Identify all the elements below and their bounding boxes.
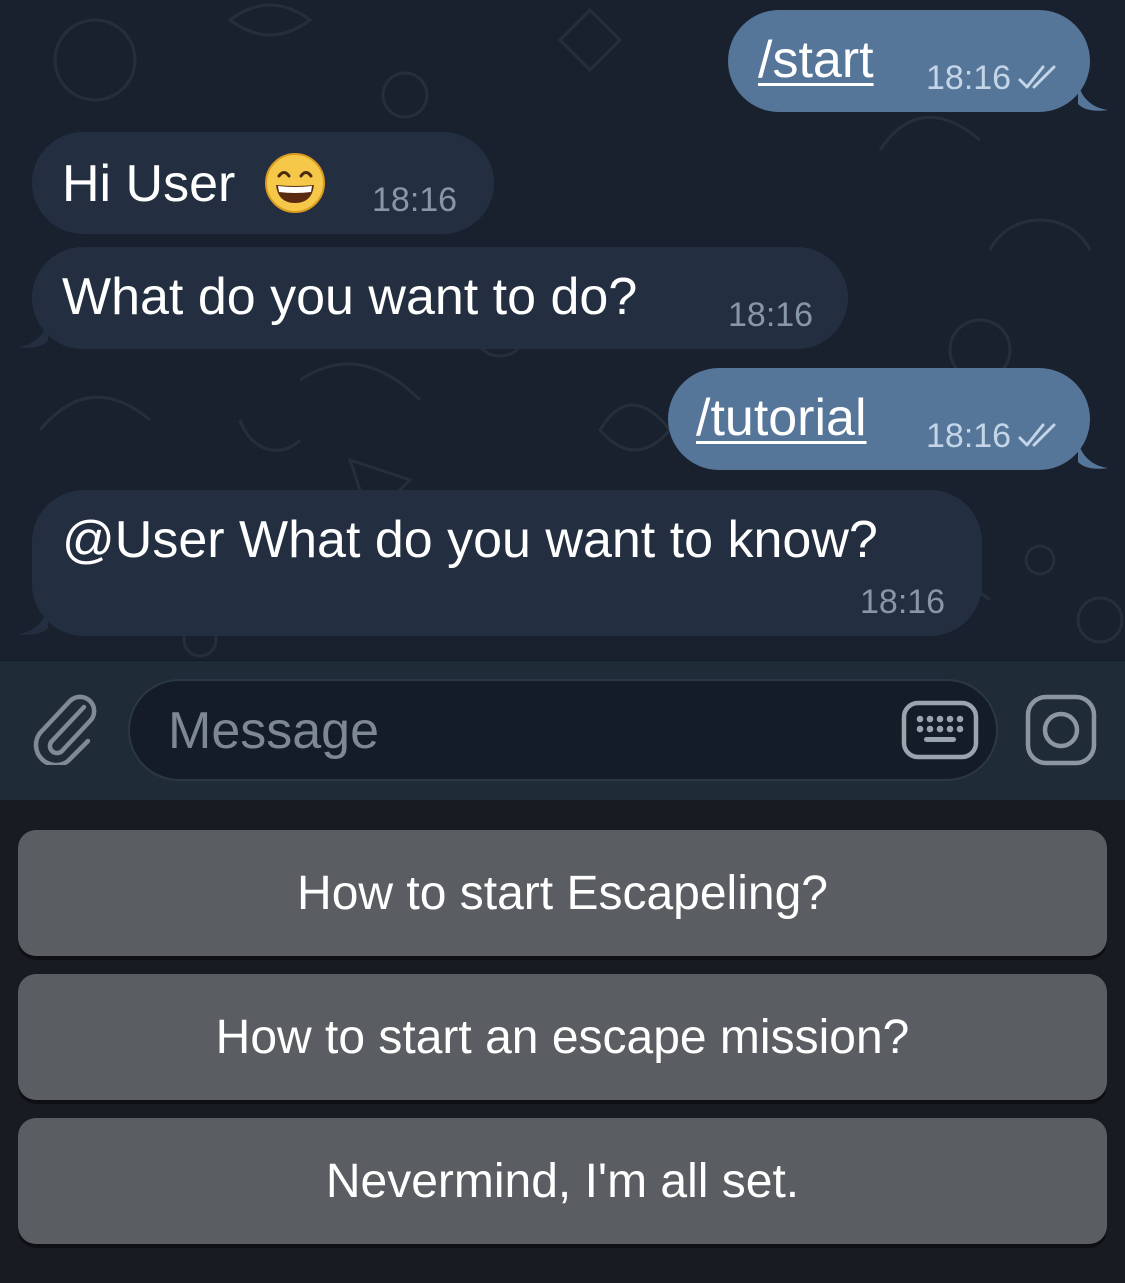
message-text: What do you want to do? — [62, 268, 638, 326]
read-checkmarks-icon — [1018, 65, 1056, 89]
bubble-tail — [1078, 84, 1108, 111]
message-time: 18:16 — [926, 59, 1012, 97]
reply-button-start-escape-mission[interactable]: How to start an escape mission? — [18, 974, 1107, 1100]
message-time: 18:16 — [926, 417, 1012, 455]
reply-keyboard: How to start Escapeling? How to start an… — [0, 800, 1125, 1283]
message-time: 18:16 — [372, 181, 458, 219]
bubble-tail — [18, 608, 48, 635]
bubble-tail — [18, 321, 48, 348]
grinning-face-emoji-icon — [265, 153, 325, 213]
message-composer: Message — [0, 660, 1125, 800]
outgoing-message[interactable]: /tutorial 18:16 — [668, 368, 1090, 470]
incoming-message[interactable]: @User What do you want to know? 18:16 — [32, 490, 982, 636]
camera-icon[interactable] — [1024, 693, 1098, 767]
message-time: 18:16 — [860, 583, 946, 621]
outgoing-message[interactable]: /start 18:16 — [728, 10, 1090, 112]
message-text: @User What do you want to know? — [62, 511, 878, 569]
command-link[interactable]: /tutorial — [696, 388, 867, 448]
reply-button-start-escapeling[interactable]: How to start Escapeling? — [18, 830, 1107, 956]
paperclip-icon[interactable] — [28, 693, 100, 765]
keyboard-icon[interactable] — [900, 697, 980, 763]
message-text: Hi User — [62, 155, 236, 213]
incoming-message[interactable]: Hi User 18:16 — [32, 132, 494, 234]
incoming-message[interactable]: What do you want to do? 18:16 — [32, 247, 848, 349]
reply-button-nevermind[interactable]: Nevermind, I'm all set. — [18, 1118, 1107, 1244]
bubble-tail — [1078, 442, 1108, 469]
read-checkmarks-icon — [1018, 423, 1056, 447]
command-link[interactable]: /start — [758, 30, 874, 90]
message-input[interactable]: Message — [128, 679, 998, 781]
chat-area[interactable]: /start 18:16 Hi User 18:16 What do you w… — [0, 0, 1125, 660]
message-time: 18:16 — [728, 296, 814, 334]
message-placeholder: Message — [168, 702, 379, 760]
